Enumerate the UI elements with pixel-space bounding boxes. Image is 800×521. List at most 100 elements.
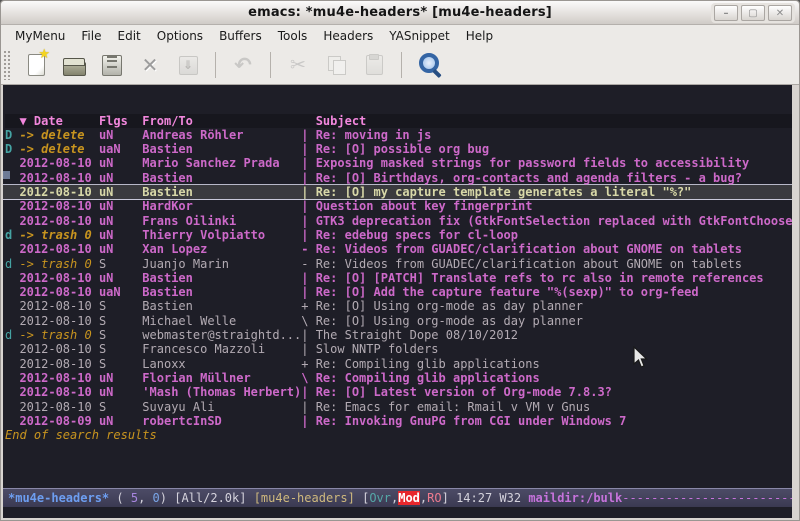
new-file-icon[interactable] — [21, 50, 51, 80]
modeline-segment: RO — [427, 491, 441, 505]
subject-col: | Re: [O] my capture template generates … — [301, 185, 691, 199]
mail-row[interactable]: 2012-08-10 uN Florian Müllner \ Re: Comp… — [5, 371, 792, 385]
modeline-segment: maildir:/bulk — [528, 491, 622, 505]
date-col: 2012-08-10 — [19, 314, 98, 328]
minimize-button[interactable]: – — [714, 5, 738, 21]
mode-line[interactable]: *mu4e-headers* ( 5, 0) [All/2.0k] [mu4e-… — [3, 488, 792, 507]
from-col: Mario Sanchez Prada — [142, 156, 301, 170]
maximize-button[interactable]: ▢ — [741, 5, 765, 21]
subject-col: | GTK3 deprecation fix (GtkFontSelection… — [301, 214, 792, 228]
modeline-segment: Mod — [398, 491, 420, 505]
emacs-window: emacs: *mu4e-headers* [mu4e-headers] –▢✕… — [0, 0, 800, 521]
mail-row[interactable]: 2012-08-10 uaN Bastien | Re: [O] Add the… — [5, 285, 792, 299]
flags-col: uN — [99, 214, 142, 228]
toolbar — [1, 46, 799, 85]
subject-col: | Re: [O] Add the capture feature "%(sex… — [301, 285, 698, 299]
mail-row[interactable]: 2012-08-10 S Bastien + Re: [O] Using org… — [5, 299, 792, 313]
flags-col: uN — [99, 414, 142, 428]
menu-tools[interactable]: Tools — [270, 27, 316, 45]
modeline-segment: 0 — [153, 491, 160, 505]
flags-col: S — [99, 314, 142, 328]
modeline-segment: ( — [109, 491, 131, 505]
subject-col: | Re: [O] Birthdays, org-contacts and ag… — [301, 171, 742, 185]
mark-col — [5, 114, 19, 128]
file-cabinet-icon[interactable] — [97, 50, 127, 80]
header-row[interactable]: ▼ Date Flgs From/To Subject — [5, 114, 792, 128]
search-icon[interactable] — [414, 50, 444, 80]
from-col: Juanjo Marin — [142, 257, 301, 271]
menu-buffers[interactable]: Buffers — [211, 27, 270, 45]
mail-row[interactable]: d -> trash 0 S webmaster@straightd...| T… — [5, 328, 792, 342]
date-col: 2012-08-10 — [19, 242, 98, 256]
toolbar-drag-handle[interactable] — [3, 50, 11, 80]
date-col: 2012-08-10 — [19, 199, 98, 213]
mail-row[interactable]: 2012-08-10 uN Frans Oilinki | GTK3 depre… — [5, 214, 792, 228]
modeline-segment: ) — [160, 491, 174, 505]
modeline-segment: [All/2.0k] — [174, 491, 253, 505]
from-col: Bastien — [142, 185, 301, 199]
date-col: -> trash 0 — [19, 228, 98, 242]
end-of-results: End of search results — [5, 428, 792, 442]
mark-col — [5, 299, 19, 313]
echo-area[interactable] — [3, 507, 792, 518]
title-bar[interactable]: emacs: *mu4e-headers* [mu4e-headers] –▢✕ — [1, 1, 799, 25]
flags-col: uN — [99, 185, 142, 199]
mail-row[interactable]: 2012-08-10 uN Bastien | Re: [O] [PATCH] … — [5, 271, 792, 285]
mail-row[interactable]: 2012-08-10 S Michael Welle \ Re: [O] Usi… — [5, 314, 792, 328]
from-col: Bastien — [142, 171, 301, 185]
mail-row[interactable]: 2012-08-10 uN Bastien | Re: [O] Birthday… — [5, 171, 792, 185]
modeline-segment: -------------------------- — [622, 491, 792, 505]
subject-col: | Slow NNTP folders — [301, 342, 438, 356]
flags-col: uN — [99, 199, 142, 213]
close-x-icon[interactable] — [135, 50, 165, 80]
mail-row[interactable]: 2012-08-10 S Francesco Mazzoli | Slow NN… — [5, 342, 792, 356]
mail-row[interactable]: 2012-08-10 S Suvayu Ali | Re: Emacs for … — [5, 400, 792, 414]
mail-row[interactable]: 2012-08-10 uN Bastien | Re: [O] my captu… — [3, 185, 792, 199]
menu-help[interactable]: Help — [458, 27, 501, 45]
menu-file[interactable]: File — [73, 27, 109, 45]
mail-row[interactable]: 2012-08-10 S Lanoxx + Re: Compiling glib… — [5, 357, 792, 371]
menu-yasnippet[interactable]: YASnippet — [381, 27, 458, 45]
mail-row[interactable]: D -> delete uaN Bastien | Re: [O] possib… — [5, 142, 792, 156]
mail-row[interactable]: D -> delete uN Andreas Röhler | Re: movi… — [5, 128, 792, 142]
menu-headers[interactable]: Headers — [315, 27, 381, 45]
from-col: Bastien — [142, 285, 301, 299]
flags-col: uN — [99, 156, 142, 170]
cut-icon — [283, 50, 313, 80]
subject-col: \ Re: Compiling glib applications — [301, 371, 539, 385]
mail-list: ▼ Date Flgs From/To SubjectD -> delete u… — [5, 114, 792, 443]
flags-col: uN — [99, 228, 142, 242]
flags-col: S — [99, 342, 142, 356]
subject-col: | Re: edebug specs for cl-loop — [301, 228, 518, 242]
date-col: 2012-08-10 — [19, 285, 98, 299]
mail-row[interactable]: 2012-08-10 uN 'Mash (Thomas Herbert)| Re… — [5, 385, 792, 399]
mail-row[interactable]: d -> trash 0 S Juanjo Marin - Re: Videos… — [5, 257, 792, 271]
window-title: emacs: *mu4e-headers* [mu4e-headers] — [1, 5, 799, 20]
mail-row[interactable]: d -> trash 0 uN Thierry Volpiatto | Re: … — [5, 228, 792, 242]
close-button[interactable]: ✕ — [768, 5, 792, 21]
mail-row[interactable]: 2012-08-10 uN Xan Lopez - Re: Videos fro… — [5, 242, 792, 256]
mark-col — [5, 214, 19, 228]
menu-options[interactable]: Options — [149, 27, 211, 45]
modeline-segment: ] — [442, 491, 456, 505]
subject-col: | Re: moving in js — [301, 128, 431, 142]
menu-mymenu[interactable]: MyMenu — [7, 27, 73, 45]
flags-col: uN — [99, 171, 142, 185]
window-controls: –▢✕ — [711, 3, 795, 23]
mail-row[interactable]: 2012-08-10 uN HardKor | Question about k… — [5, 199, 792, 213]
flags-col: uaN — [99, 142, 142, 156]
open-folder-icon[interactable] — [59, 50, 89, 80]
mail-row[interactable]: 2012-08-10 uN Mario Sanchez Prada | Expo… — [5, 156, 792, 170]
menu-edit[interactable]: Edit — [110, 27, 149, 45]
from-col: Thierry Volpiatto — [142, 228, 301, 242]
mark-col — [5, 357, 19, 371]
mark-col: D — [5, 142, 19, 156]
subject-col: + Re: Compiling glib applications — [301, 357, 539, 371]
date-col: -> delete — [19, 142, 98, 156]
from-col: Francesco Mazzoli — [142, 342, 301, 356]
mark-col — [5, 385, 19, 399]
mail-row[interactable]: 2012-08-09 uN robertcInSD | Re: Invoking… — [5, 414, 792, 428]
mu4e-headers-buffer[interactable]: ▼ Date Flgs From/To SubjectD -> delete u… — [3, 85, 792, 488]
modeline-segment: 14:27 W32 — [456, 491, 528, 505]
from-col: Florian Müllner — [142, 371, 301, 385]
